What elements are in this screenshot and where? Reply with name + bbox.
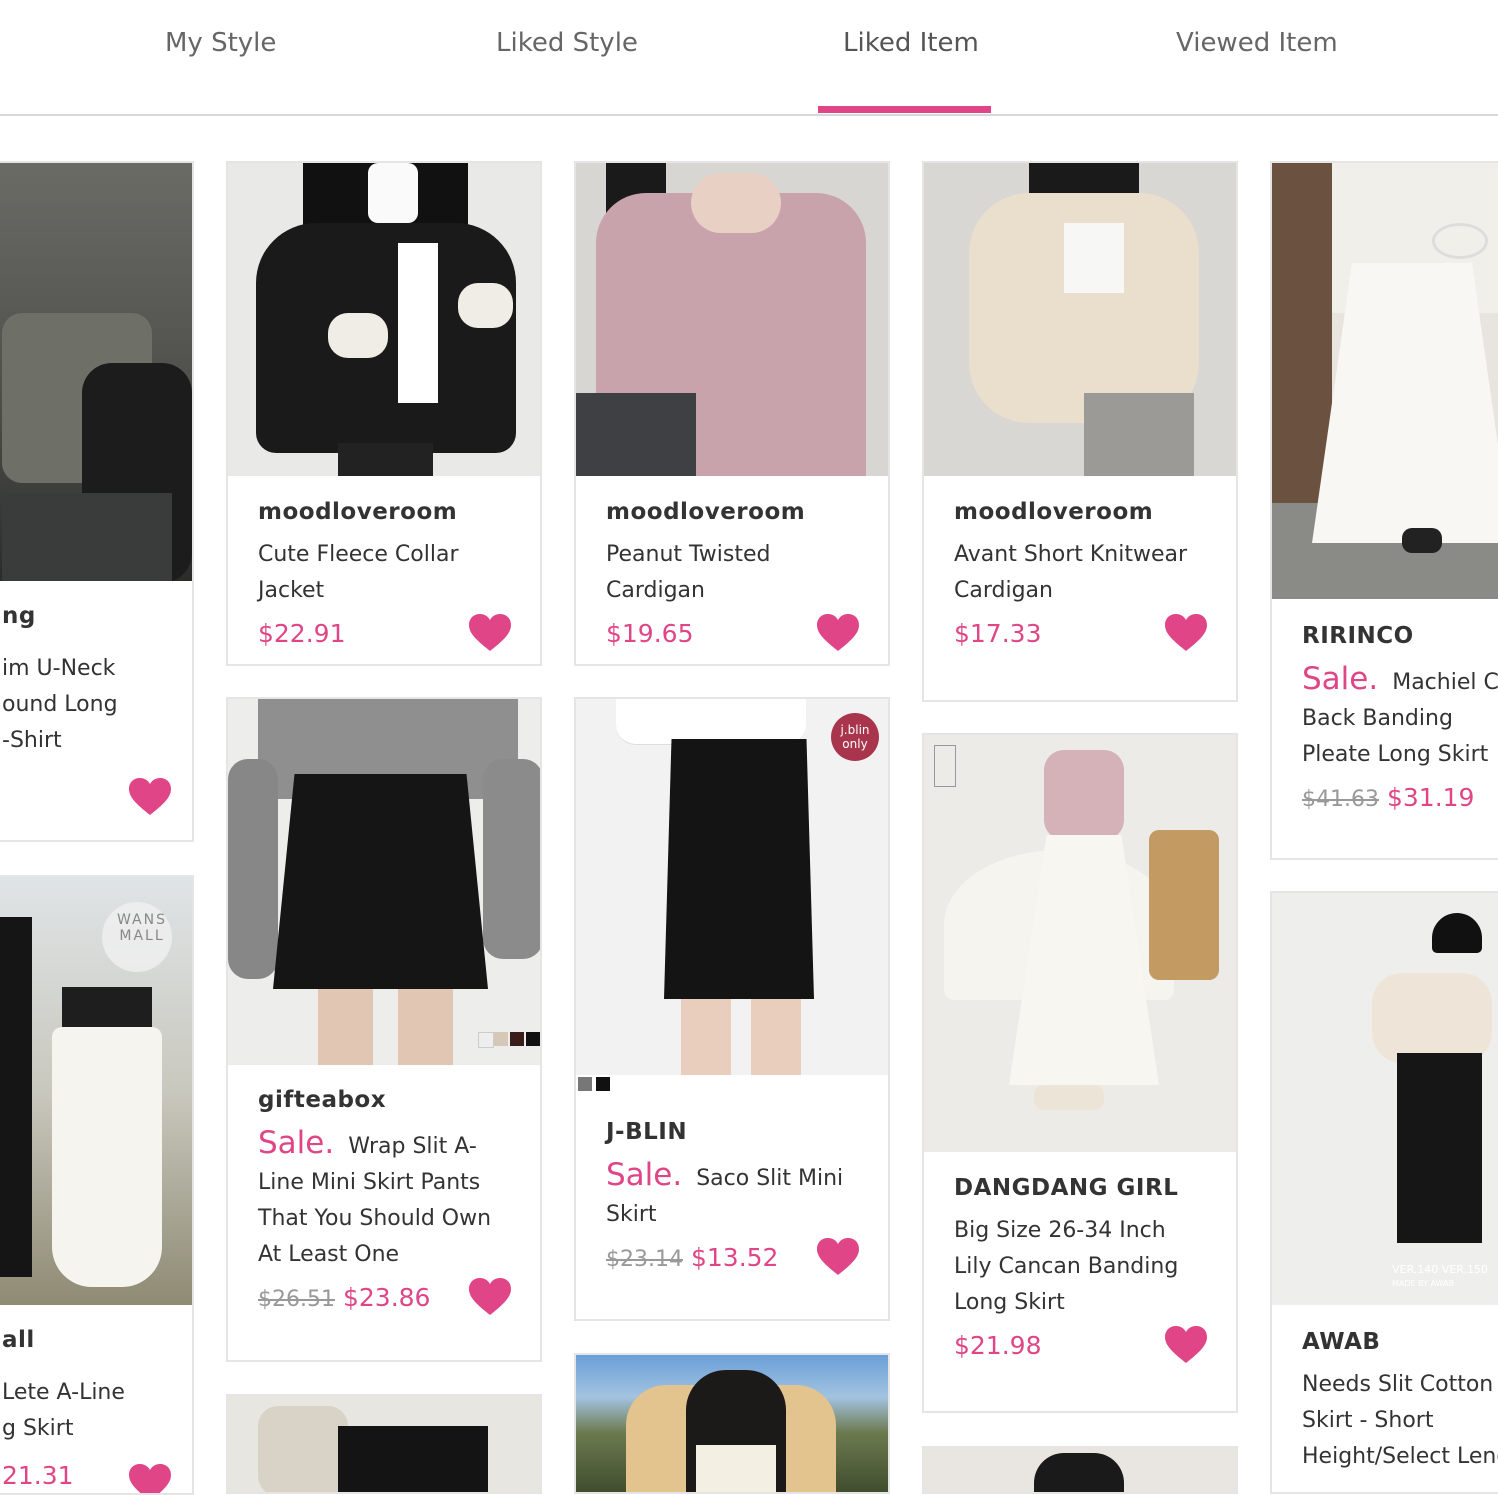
product-card[interactable]: moodloveroom Cute Fleece Collar Jacket $… — [226, 161, 542, 666]
tab-my-style[interactable]: My Style — [165, 28, 276, 58]
brand-name: gifteabox — [258, 1087, 387, 1113]
tab-viewed-item[interactable]: Viewed Item — [1176, 28, 1338, 58]
tab-liked-style[interactable]: Liked Style — [496, 28, 638, 58]
heart-icon[interactable] — [1164, 1325, 1208, 1365]
product-image[interactable]: VER.140 VER.150 MADE BY AWAB — [1272, 893, 1498, 1305]
product-name: Avant Short Knitwear Cardigan — [954, 542, 1188, 603]
brand-name: J-BLIN — [606, 1119, 688, 1145]
product-image[interactable] — [924, 1448, 1236, 1492]
product-price: $21.98 — [954, 1331, 1042, 1360]
wans-mall-watermark: WANS MALL — [116, 912, 167, 944]
product-image[interactable]: WANS MALL — [0, 877, 192, 1305]
tab-liked-item[interactable]: Liked Item — [843, 28, 979, 58]
brand-name: ng — [2, 603, 36, 629]
original-price: $26.51 — [258, 1287, 335, 1312]
product-price: 21.31 — [2, 1461, 74, 1490]
awab-watermark-sub: MADE BY AWAB — [1392, 1279, 1455, 1288]
product-price: $13.52 — [690, 1243, 779, 1272]
product-card[interactable]: j.blin only J-BLIN Sale. Saco Slit Mini S… — [574, 697, 890, 1321]
product-image[interactable] — [228, 163, 540, 476]
product-name: Needs Slit Cotton Lo Skirt - Short Heigh… — [1302, 1372, 1498, 1469]
product-name: Peanut Twisted Cardigan — [606, 542, 771, 603]
product-name: Big Size 26-34 Inch Lily Cancan Banding … — [954, 1218, 1179, 1315]
active-tab-indicator — [818, 106, 991, 113]
sale-label: Sale. — [1302, 661, 1379, 697]
heart-icon[interactable] — [128, 777, 172, 817]
original-price: $23.14 — [606, 1247, 683, 1272]
product-card[interactable] — [922, 1446, 1238, 1494]
product-image[interactable] — [228, 1396, 540, 1492]
brand-name: DANGDANG GIRL — [954, 1175, 1179, 1201]
product-image[interactable] — [0, 163, 192, 581]
brand-name: RIRINCO — [1302, 623, 1414, 649]
product-image[interactable]: j.blin only — [576, 699, 888, 1075]
brand-name: AWAB — [1302, 1329, 1381, 1355]
product-name: Cute Fleece Collar Jacket — [258, 542, 459, 603]
product-card[interactable]: moodloveroom Peanut Twisted Cardigan $19… — [574, 161, 890, 666]
product-image[interactable] — [924, 163, 1236, 476]
product-price: $19.65 — [606, 619, 694, 648]
product-image[interactable] — [924, 735, 1236, 1152]
brand-name: moodloveroom — [606, 499, 806, 525]
sale-label: Sale. — [606, 1157, 683, 1193]
product-card[interactable] — [226, 1394, 542, 1494]
product-price: $23.86 — [342, 1283, 431, 1312]
product-name: Lete A-Line g Skirt — [2, 1380, 125, 1441]
product-image[interactable] — [228, 699, 540, 1065]
brand-name: moodloveroom — [954, 499, 1154, 525]
product-card[interactable]: VER.140 VER.150 MADE BY AWAB AWAB Needs … — [1270, 891, 1498, 1494]
awab-watermark: VER.140 VER.150 — [1392, 1263, 1488, 1276]
heart-icon[interactable] — [468, 1277, 512, 1317]
sale-label: Sale. — [258, 1125, 335, 1161]
product-image[interactable] — [1272, 163, 1498, 599]
product-card[interactable] — [574, 1353, 890, 1494]
heart-icon[interactable] — [816, 1237, 860, 1277]
original-price: $41.63 — [1302, 787, 1379, 812]
product-image[interactable] — [576, 1355, 888, 1492]
product-price: $22.91 — [258, 619, 346, 648]
product-card[interactable]: gifteabox Sale. Wrap Slit A-Line Mini Ski… — [226, 697, 542, 1362]
heart-icon[interactable] — [468, 613, 512, 653]
product-card[interactable]: moodloveroom Avant Short Knitwear Cardig… — [922, 161, 1238, 702]
product-image[interactable] — [576, 163, 888, 476]
color-swatch[interactable] — [578, 1077, 592, 1091]
brand-name: moodloveroom — [258, 499, 458, 525]
product-name: im U-Neck ound Long -Shirt — [2, 656, 118, 753]
product-card[interactable]: WANS MALL all Lete A-Line g Skirt 21.31 — [0, 875, 194, 1495]
color-swatch[interactable] — [596, 1077, 610, 1091]
heart-icon[interactable] — [128, 1463, 172, 1495]
product-price: $17.33 — [954, 619, 1042, 648]
heart-icon[interactable] — [1164, 613, 1208, 653]
brand-name: all — [2, 1327, 35, 1353]
heart-icon[interactable] — [816, 613, 860, 653]
product-card[interactable]: RIRINCO Sale.Machiel Co Back Banding Ple… — [1270, 161, 1498, 860]
product-card[interactable]: ng im U-Neck ound Long -Shirt — [0, 161, 194, 842]
product-card[interactable]: DANGDANG GIRL Big Size 26-34 Inch Lily C… — [922, 733, 1238, 1413]
product-price: $31.19 — [1386, 783, 1475, 812]
tab-bar: My Style Liked Style Liked Item Viewed I… — [0, 0, 1498, 116]
j-blin-only-badge: j.blin only — [831, 713, 879, 761]
